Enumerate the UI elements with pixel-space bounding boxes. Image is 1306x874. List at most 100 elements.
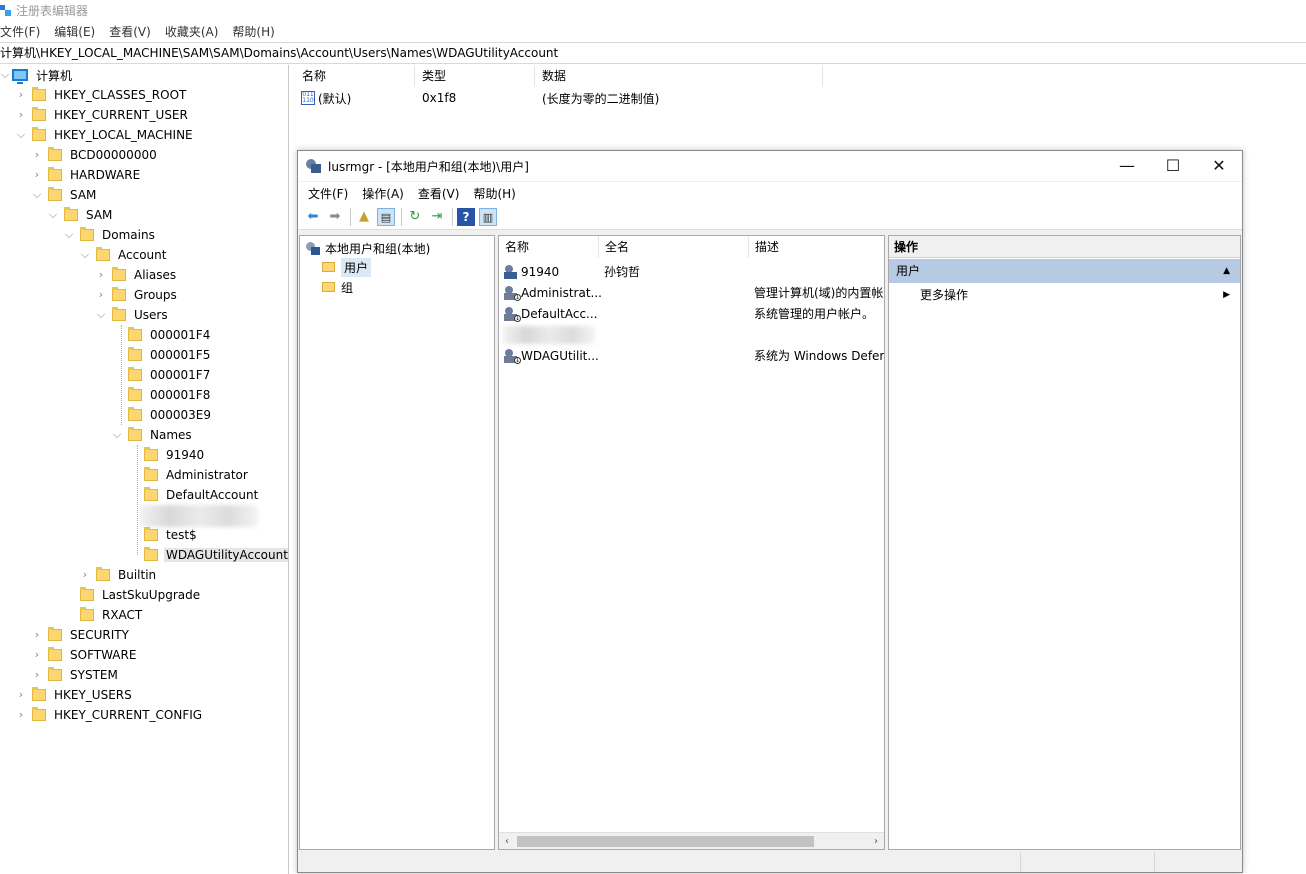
chevron-down-icon[interactable]: ⌵ bbox=[64, 225, 74, 245]
tree-node-hklm[interactable]: ⌵ HKEY_LOCAL_MACHINE bbox=[16, 125, 195, 145]
tree-node-aliases[interactable]: › Aliases bbox=[96, 265, 178, 285]
chevron-down-icon[interactable]: ⌵ bbox=[48, 205, 58, 225]
tree-node-groups[interactable]: › Groups bbox=[96, 285, 179, 305]
chevron-right-icon[interactable]: › bbox=[32, 165, 42, 185]
tree-node-builtin[interactable]: › Builtin bbox=[80, 565, 158, 585]
actions-pane: 操作 用户 ▲ 更多操作 ▶ bbox=[888, 235, 1241, 850]
tree-node-000003e9[interactable]: 000003E9 bbox=[112, 405, 213, 425]
tree-node-software[interactable]: › SOFTWARE bbox=[32, 645, 138, 665]
tree-node-domains[interactable]: ⌵ Domains bbox=[64, 225, 157, 245]
chevron-down-icon[interactable]: ⌵ bbox=[112, 425, 122, 445]
tree-node-name-wdagutilityaccount[interactable]: WDAGUtilityAccount bbox=[128, 545, 288, 565]
tree-node-sam[interactable]: ⌵ SAM bbox=[32, 185, 98, 205]
computer-icon bbox=[12, 69, 28, 84]
scroll-thumb[interactable] bbox=[517, 836, 814, 847]
chevron-right-icon[interactable]: › bbox=[16, 685, 26, 705]
chevron-down-icon[interactable]: ⌵ bbox=[32, 185, 42, 205]
tree-node-bcd[interactable]: › BCD00000000 bbox=[32, 145, 159, 165]
tree-node-name-defaultaccount[interactable]: DefaultAccount bbox=[128, 485, 260, 505]
tree-node-name-test[interactable]: test$ bbox=[128, 525, 199, 545]
horizontal-scrollbar[interactable]: ‹ › bbox=[499, 832, 884, 849]
tree-node-local-users-groups[interactable]: 本地用户和组(本地) bbox=[305, 238, 430, 258]
tree-node-groups[interactable]: 组 bbox=[322, 277, 353, 297]
tree-node-names[interactable]: ⌵ Names bbox=[112, 425, 194, 445]
collapse-up-icon[interactable]: ▲ bbox=[1223, 259, 1230, 283]
menu-help[interactable]: 帮助(H) bbox=[473, 185, 515, 202]
chevron-right-icon[interactable]: › bbox=[96, 265, 106, 285]
show-tree-icon[interactable]: ▤ bbox=[377, 207, 395, 226]
chevron-down-icon[interactable]: ⌵ bbox=[80, 245, 90, 265]
user-row[interactable]: ↓ DefaultAcc... 系统管理的用户帐户。 bbox=[499, 303, 884, 324]
chevron-right-icon[interactable]: › bbox=[96, 285, 106, 305]
menu-file[interactable]: 文件(F) bbox=[0, 23, 40, 40]
menu-favorites[interactable]: 收藏夹(A) bbox=[165, 23, 219, 40]
col-type[interactable]: 类型 bbox=[415, 65, 535, 87]
scroll-left-icon[interactable]: ‹ bbox=[499, 833, 515, 850]
menu-action[interactable]: 操作(A) bbox=[362, 185, 404, 202]
forward-icon[interactable]: ➡ bbox=[326, 208, 344, 226]
tree-node-000001f5[interactable]: 000001F5 bbox=[112, 345, 212, 365]
folder-icon bbox=[96, 247, 110, 261]
up-folder-icon[interactable]: ▲ bbox=[355, 208, 373, 226]
tree-node-users[interactable]: 用户 bbox=[322, 257, 372, 277]
user-row[interactable]: ↓ Administrat... 管理计算机(域)的内置帐 bbox=[499, 282, 884, 303]
tree-node-computer[interactable]: ⌵ 计算机 bbox=[0, 65, 74, 85]
chevron-right-icon[interactable]: › bbox=[16, 705, 26, 725]
tree-node-name-administrator[interactable]: Administrator bbox=[128, 465, 250, 485]
tree-node-hku[interactable]: › HKEY_USERS bbox=[16, 685, 134, 705]
col-name[interactable]: 名称 bbox=[295, 65, 415, 87]
back-icon[interactable]: ⬅ bbox=[304, 208, 322, 226]
actions-section-users[interactable]: 用户 ▲ bbox=[889, 259, 1240, 283]
value-row[interactable]: 011 110 (默认) 0x1f8 (长度为零的二进制值) bbox=[295, 87, 1306, 109]
menu-file[interactable]: 文件(F) bbox=[308, 185, 348, 202]
scroll-right-icon[interactable]: › bbox=[868, 833, 884, 850]
chevron-right-icon[interactable]: › bbox=[16, 85, 26, 105]
col-fullname[interactable]: 全名 bbox=[599, 236, 749, 258]
tree-label: 用户 bbox=[341, 257, 372, 277]
close-button[interactable]: ✕ bbox=[1196, 151, 1242, 181]
address-bar[interactable]: 计算机\HKEY_LOCAL_MACHINE\SAM\SAM\Domains\A… bbox=[0, 42, 1306, 64]
tree-node-rxact[interactable]: RXACT bbox=[64, 605, 144, 625]
chevron-down-icon[interactable]: ⌵ bbox=[0, 65, 10, 85]
maximize-button[interactable]: ☐ bbox=[1150, 151, 1196, 181]
more-actions-item[interactable]: 更多操作 ▶ bbox=[889, 284, 1240, 306]
tree-node-hardware[interactable]: › HARDWARE bbox=[32, 165, 142, 185]
tree-node-sam-sam[interactable]: ⌵ SAM bbox=[48, 205, 114, 225]
tree-node-security[interactable]: › SECURITY bbox=[32, 625, 131, 645]
chevron-right-icon[interactable]: › bbox=[32, 665, 42, 685]
user-row[interactable]: 91940 孙钧哲 bbox=[499, 261, 884, 282]
tree-node-name-91940[interactable]: 91940 bbox=[128, 445, 206, 465]
tree-node-users[interactable]: ⌵ Users bbox=[96, 305, 170, 325]
col-name[interactable]: 名称 bbox=[499, 236, 599, 258]
minimize-button[interactable]: — bbox=[1104, 151, 1150, 181]
value-type: 0x1f8 bbox=[422, 91, 457, 105]
menu-view[interactable]: 查看(V) bbox=[418, 185, 460, 202]
user-row[interactable]: ↓ WDAGUtilit... 系统为 Windows Defer bbox=[499, 345, 884, 366]
chevron-right-icon[interactable]: › bbox=[32, 145, 42, 165]
tree-node-hkcu[interactable]: › HKEY_CURRENT_USER bbox=[16, 105, 190, 125]
col-data[interactable]: 数据 bbox=[535, 65, 823, 87]
tree-node-hkcr[interactable]: › HKEY_CLASSES_ROOT bbox=[16, 85, 188, 105]
col-description[interactable]: 描述 bbox=[749, 236, 884, 258]
help-icon[interactable]: ? bbox=[457, 207, 475, 226]
chevron-right-icon[interactable]: › bbox=[32, 645, 42, 665]
tree-node-system[interactable]: › SYSTEM bbox=[32, 665, 120, 685]
tree-node-000001f8[interactable]: 000001F8 bbox=[112, 385, 212, 405]
chevron-down-icon[interactable]: ⌵ bbox=[96, 305, 106, 325]
tree-node-000001f7[interactable]: 000001F7 bbox=[112, 365, 212, 385]
chevron-right-icon[interactable]: › bbox=[80, 565, 90, 585]
chevron-right-icon[interactable]: › bbox=[32, 625, 42, 645]
chevron-right-icon[interactable]: › bbox=[16, 105, 26, 125]
menu-edit[interactable]: 编辑(E) bbox=[54, 23, 95, 40]
menu-view[interactable]: 查看(V) bbox=[109, 23, 151, 40]
chevron-down-icon[interactable]: ⌵ bbox=[16, 125, 26, 145]
tree-node-000001f4[interactable]: 000001F4 bbox=[112, 325, 212, 345]
show-action-pane-icon[interactable]: ▥ bbox=[479, 207, 497, 226]
export-list-icon[interactable]: ⇥ bbox=[428, 208, 446, 226]
refresh-icon[interactable]: ↻ bbox=[406, 208, 424, 226]
tree-node-hkcc[interactable]: › HKEY_CURRENT_CONFIG bbox=[16, 705, 204, 725]
menu-help[interactable]: 帮助(H) bbox=[232, 23, 274, 40]
tree-node-account[interactable]: ⌵ Account bbox=[80, 245, 168, 265]
folder-icon bbox=[32, 127, 46, 141]
tree-node-lastskuupgrade[interactable]: LastSkuUpgrade bbox=[64, 585, 202, 605]
